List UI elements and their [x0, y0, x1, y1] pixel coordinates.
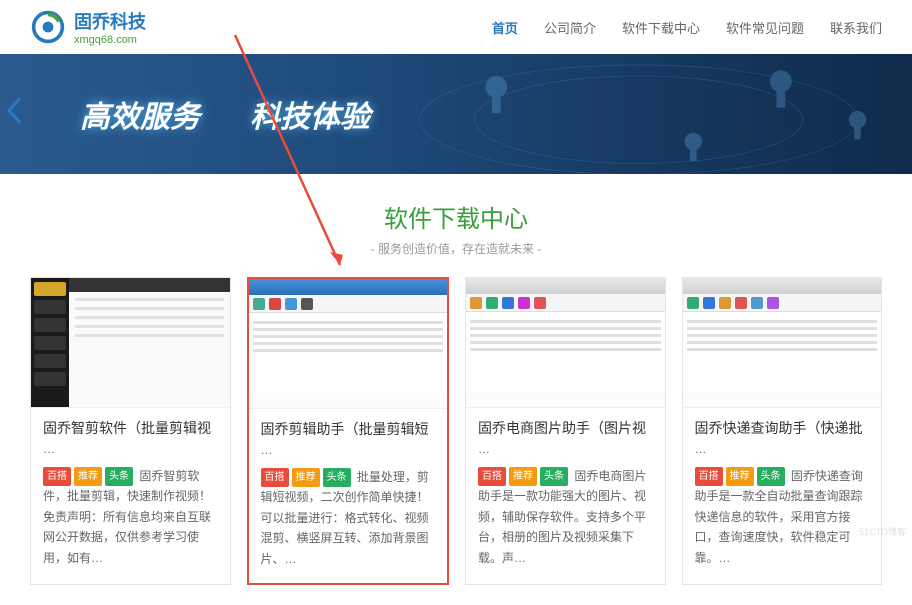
card-thumbnail [249, 279, 448, 409]
card-ellipsis: … [261, 443, 436, 457]
tag-headline: 头条 [105, 467, 133, 486]
world-map-decoration [365, 54, 912, 174]
carousel-prev-button[interactable] [5, 96, 23, 133]
card-ellipsis: … [43, 442, 218, 456]
nav-download[interactable]: 软件下载中心 [622, 18, 700, 37]
card-title: 固乔剪辑助手（批量剪辑短 [261, 419, 436, 439]
brand-logo-icon [30, 9, 66, 45]
tag-featured: 百搭 [261, 468, 289, 487]
nav-faq[interactable]: 软件常见问题 [726, 18, 804, 37]
watermark-text: 51CTO博客 [859, 525, 906, 538]
nav-contact[interactable]: 联系我们 [830, 18, 882, 37]
card-ellipsis: … [695, 442, 870, 456]
tag-recommend: 推荐 [726, 467, 754, 486]
software-card[interactable]: 固乔剪辑助手（批量剪辑短 … 百搭 推荐 头条 批量处理，剪辑短视频，二次创作简… [247, 277, 450, 585]
section-subtitle: - 服务创造价值，存在造就未来 - [0, 240, 912, 257]
card-title: 固乔智剪软件（批量剪辑视 [43, 418, 218, 438]
tag-featured: 百搭 [43, 467, 71, 486]
tag-recommend: 推荐 [509, 467, 537, 486]
logo-block[interactable]: 固乔科技 xmgq68.com [30, 8, 146, 46]
software-cards: 固乔智剪软件（批量剪辑视 … 百搭 推荐 头条 固乔智剪软件，批量剪辑，快速制作… [0, 257, 912, 605]
nav-about[interactable]: 公司简介 [544, 18, 596, 37]
hero-text-1: 高效服务 [80, 92, 200, 136]
section-heading: 软件下载中心 [0, 199, 912, 234]
card-thumbnail [31, 278, 230, 408]
software-card[interactable]: 固乔快递查询助手（快递批 … 百搭 推荐 头条 固乔快递查询助手是一款全自动批量… [682, 277, 883, 585]
software-card[interactable]: 固乔电商图片助手（图片视 … 百搭 推荐 头条 固乔电商图片助手是一款功能强大的… [465, 277, 666, 585]
nav-home[interactable]: 首页 [492, 18, 518, 37]
hero-text-2: 科技体验 [250, 92, 370, 136]
card-title: 固乔电商图片助手（图片视 [478, 418, 653, 438]
tag-headline: 头条 [757, 467, 785, 486]
card-title: 固乔快递查询助手（快递批 [695, 418, 870, 438]
tag-headline: 头条 [323, 468, 351, 487]
tag-headline: 头条 [540, 467, 568, 486]
card-ellipsis: … [478, 442, 653, 456]
tag-recommend: 推荐 [292, 468, 320, 487]
brand-domain: xmgq68.com [74, 34, 146, 46]
card-thumbnail [466, 278, 665, 408]
tag-featured: 百搭 [695, 467, 723, 486]
main-nav: 首页 公司简介 软件下载中心 软件常见问题 联系我们 [492, 18, 882, 37]
tag-featured: 百搭 [478, 467, 506, 486]
brand-name: 固乔科技 [74, 8, 146, 34]
card-thumbnail [683, 278, 882, 408]
tag-recommend: 推荐 [74, 467, 102, 486]
software-card[interactable]: 固乔智剪软件（批量剪辑视 … 百搭 推荐 头条 固乔智剪软件，批量剪辑，快速制作… [30, 277, 231, 585]
hero-banner: 高效服务 科技体验 [0, 54, 912, 174]
